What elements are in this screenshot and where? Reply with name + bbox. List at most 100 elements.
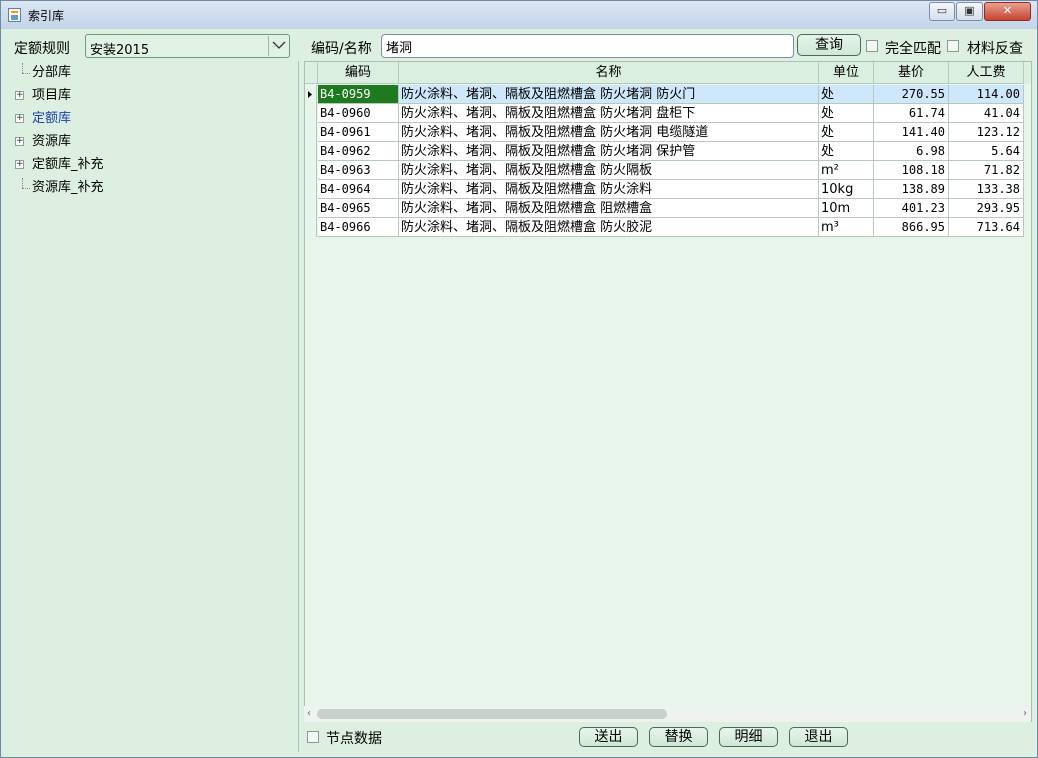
cell-base-price[interactable]: 270.55 — [874, 85, 949, 104]
column-header-code[interactable]: 编码 — [318, 62, 399, 84]
material-reverse-checkbox[interactable] — [947, 40, 959, 52]
cell-labor[interactable]: 5.64 — [949, 142, 1024, 161]
material-reverse-label: 材料反查 — [967, 41, 1023, 57]
maximize-button[interactable]: ▣ — [956, 2, 983, 21]
cell-name[interactable]: 防火涂料、堵洞、隔板及阻燃槽盒 防火隔板 — [399, 161, 819, 180]
detail-button[interactable]: 明细 — [719, 727, 778, 747]
cell-base-price[interactable]: 108.18 — [874, 161, 949, 180]
cell-base-price[interactable]: 61.74 — [874, 104, 949, 123]
table-row[interactable]: B4-0962 防火涂料、堵洞、隔板及阻燃槽盒 防火堵洞 保护管 处 6.98 … — [305, 142, 1025, 161]
scroll-right-icon[interactable]: › — [1023, 708, 1027, 719]
cell-base-price[interactable]: 6.98 — [874, 142, 949, 161]
cell-labor[interactable]: 123.12 — [949, 123, 1024, 142]
expand-plus-icon[interactable]: + — [15, 160, 24, 169]
table-header: 编码 名称 单位 基价 人工费 — [305, 62, 1031, 84]
app-icon — [8, 8, 21, 22]
row-header — [305, 123, 317, 142]
cell-unit[interactable]: 10m — [819, 199, 874, 218]
scrollbar-thumb[interactable] — [317, 709, 667, 719]
cell-unit[interactable]: 处 — [819, 123, 874, 142]
expand-plus-icon[interactable]: + — [15, 114, 24, 123]
cell-labor[interactable]: 41.04 — [949, 104, 1024, 123]
tree-item-label: 分部库 — [32, 65, 72, 80]
cell-base-price[interactable]: 141.40 — [874, 123, 949, 142]
expand-plus-icon[interactable]: + — [15, 137, 24, 146]
minimize-button[interactable]: ▭ — [929, 2, 955, 21]
table-row[interactable]: B4-0963 防火涂料、堵洞、隔板及阻燃槽盒 防火隔板 m² 108.18 7… — [305, 161, 1025, 180]
cell-code[interactable]: B4-0960 — [318, 104, 399, 123]
horizontal-scrollbar[interactable]: ‹ › — [304, 706, 1031, 722]
tree-item-label: 项目库 — [32, 88, 72, 103]
table-row[interactable]: B4-0964 防火涂料、堵洞、隔板及阻燃槽盒 防火涂料 10kg 138.89… — [305, 180, 1025, 199]
cell-labor[interactable]: 71.82 — [949, 161, 1024, 180]
cell-unit[interactable]: m³ — [819, 218, 874, 237]
exit-button[interactable]: 退出 — [789, 727, 848, 747]
cell-name[interactable]: 防火涂料、堵洞、隔板及阻燃槽盒 防火堵洞 电缆隧道 — [399, 123, 819, 142]
cell-base-price[interactable]: 138.89 — [874, 180, 949, 199]
cell-base-price[interactable]: 866.95 — [874, 218, 949, 237]
cell-unit[interactable]: 处 — [819, 104, 874, 123]
column-header-labor[interactable]: 人工费 — [949, 62, 1024, 84]
cell-labor[interactable]: 293.95 — [949, 199, 1024, 218]
cell-name[interactable]: 防火涂料、堵洞、隔板及阻燃槽盒 防火堵洞 保护管 — [399, 142, 819, 161]
node-data-label: 节点数据 — [326, 731, 382, 747]
row-header — [305, 199, 317, 218]
exact-match-checkbox[interactable] — [866, 40, 878, 52]
row-header — [305, 161, 317, 180]
send-button[interactable]: 送出 — [579, 727, 638, 747]
table-row[interactable]: B4-0965 防火涂料、堵洞、隔板及阻燃槽盒 阻燃槽盒 10m 401.23 … — [305, 199, 1025, 218]
cell-labor[interactable]: 133.38 — [949, 180, 1024, 199]
cell-name[interactable]: 防火涂料、堵洞、隔板及阻燃槽盒 防火堵洞 盘柜下 — [399, 104, 819, 123]
expand-plus-icon[interactable]: + — [15, 91, 24, 100]
cell-code[interactable]: B4-0959 — [318, 85, 399, 104]
row-indicator-arrow-icon — [305, 85, 317, 104]
search-input[interactable] — [386, 36, 786, 56]
cell-unit[interactable]: m² — [819, 161, 874, 180]
cell-name[interactable]: 防火涂料、堵洞、隔板及阻燃槽盒 阻燃槽盒 — [399, 199, 819, 218]
search-label: 编码/名称 — [311, 41, 372, 57]
cell-code[interactable]: B4-0963 — [318, 161, 399, 180]
close-button[interactable]: ✕ — [984, 2, 1031, 21]
tree-item-label: 资源库 — [32, 134, 72, 149]
chevron-down-icon[interactable] — [268, 36, 288, 56]
replace-button[interactable]: 替换 — [649, 727, 708, 747]
cell-code[interactable]: B4-0966 — [318, 218, 399, 237]
table-row[interactable]: B4-0959 防火涂料、堵洞、隔板及阻燃槽盒 防火堵洞 防火门 处 270.5… — [305, 85, 1025, 104]
cell-unit[interactable]: 处 — [819, 142, 874, 161]
cell-name[interactable]: 防火涂料、堵洞、隔板及阻燃槽盒 防火涂料 — [399, 180, 819, 199]
scroll-left-icon[interactable]: ‹ — [307, 708, 311, 719]
cell-code[interactable]: B4-0964 — [318, 180, 399, 199]
column-header-unit[interactable]: 单位 — [819, 62, 874, 84]
cell-unit[interactable]: 处 — [819, 85, 874, 104]
row-header — [305, 218, 317, 237]
tree-line — [22, 73, 30, 74]
cell-unit[interactable]: 10kg — [819, 180, 874, 199]
cell-code[interactable]: B4-0961 — [318, 123, 399, 142]
column-header-name[interactable]: 名称 — [399, 62, 819, 84]
cell-code[interactable]: B4-0965 — [318, 199, 399, 218]
query-button[interactable]: 查询 — [797, 34, 861, 56]
rule-select[interactable]: 安装2015 — [85, 34, 290, 58]
table-row[interactable]: B4-0961 防火涂料、堵洞、隔板及阻燃槽盒 防火堵洞 电缆隧道 处 141.… — [305, 123, 1025, 142]
cell-labor[interactable]: 114.00 — [949, 85, 1024, 104]
column-header-base-price[interactable]: 基价 — [874, 62, 949, 84]
bottom-bar: 节点数据 送出 替换 明细 退出 — [304, 723, 1032, 752]
node-data-checkbox[interactable] — [307, 731, 319, 743]
table-row[interactable]: B4-0966 防火涂料、堵洞、隔板及阻燃槽盒 防火胶泥 m³ 866.95 7… — [305, 218, 1025, 237]
cell-code[interactable]: B4-0962 — [318, 142, 399, 161]
rule-label: 定额规则 — [14, 41, 70, 57]
index-library-window: 索引库 ▭ ▣ ✕ 定额规则 安装2015 分部库 + 项目库 + 定额库 + … — [0, 0, 1038, 758]
cell-name[interactable]: 防火涂料、堵洞、隔板及阻燃槽盒 防火堵洞 防火门 — [399, 85, 819, 104]
table-row[interactable]: B4-0960 防火涂料、堵洞、隔板及阻燃槽盒 防火堵洞 盘柜下 处 61.74… — [305, 104, 1025, 123]
title-bar: 索引库 ▭ ▣ ✕ — [1, 1, 1037, 29]
cell-labor[interactable]: 713.64 — [949, 218, 1024, 237]
search-field[interactable] — [381, 34, 794, 58]
row-header-corner — [305, 62, 318, 84]
window-title: 索引库 — [28, 9, 65, 23]
tree-item-label: 资源库_补充 — [32, 180, 104, 195]
cell-base-price[interactable]: 401.23 — [874, 199, 949, 218]
tree-line — [22, 188, 30, 189]
cell-name[interactable]: 防火涂料、堵洞、隔板及阻燃槽盒 防火胶泥 — [399, 218, 819, 237]
tree-line — [22, 63, 23, 73]
results-table: 编码 名称 单位 基价 人工费 B4-0959 防火涂料、堵洞、隔板及阻燃槽盒 … — [304, 61, 1032, 722]
